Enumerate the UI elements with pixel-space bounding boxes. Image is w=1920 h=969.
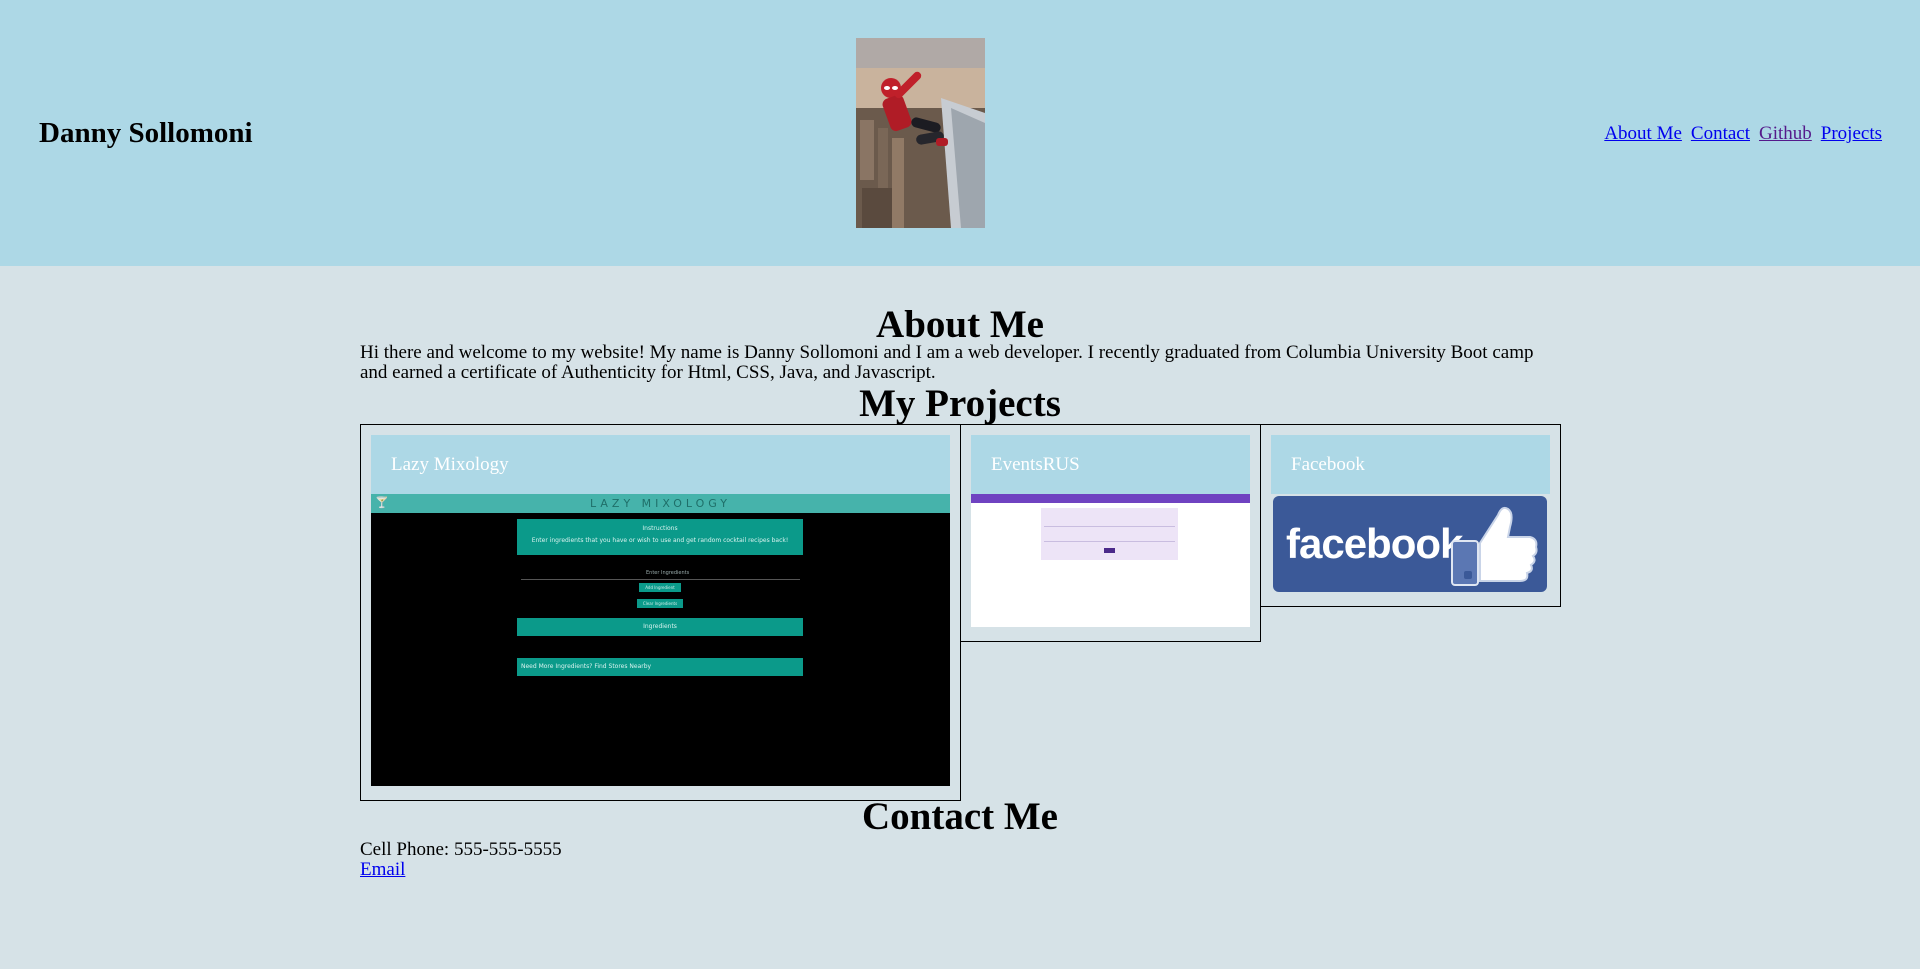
project-card-title: Facebook [1271,435,1550,494]
screenshot-field-line [1044,526,1175,527]
nav-link-projects[interactable]: Projects [1821,123,1882,144]
screenshot-navbar: 🍸 LAZY MIXOLOGY [371,494,950,513]
screenshot-instructions-title: Instructions [642,525,678,532]
screenshot-login-form [1041,508,1178,560]
projects-title: My Projects [859,382,1061,425]
nav-link-contact[interactable]: Contact [1691,123,1750,144]
nav-link-github[interactable]: Github [1759,123,1812,144]
project-card-facebook[interactable]: Facebook facebook [1260,424,1561,607]
main-nav: About Me Contact Github Projects [1595,122,1882,146]
facebook-wordmark: facebook [1286,520,1463,567]
contact-phone: Cell Phone: 555-555-5555 [360,839,562,860]
eventsrus-screenshot[interactable] [971,494,1250,627]
screenshot-ingredients-bar: Ingredients [517,618,803,636]
nav-link-about[interactable]: About Me [1604,123,1682,144]
screenshot-submit-button [1104,548,1115,553]
screenshot-instructions-text: Enter ingredients that you have or wish … [531,537,789,544]
screenshot-input-label: Enter Ingredients [646,570,690,576]
site-title: Danny Sollomoni [39,117,253,149]
project-card-title: Lazy Mixology [371,435,950,494]
site-header: Danny Sollomoni About Me Contact Github … [0,0,1920,266]
screenshot-clear-button: Clear Ingredients [637,599,683,608]
thumbs-up-icon [1451,506,1538,586]
screenshot-instructions-box: Instructions Enter ingredients that you … [517,519,803,555]
facebook-logo[interactable]: facebook [1273,496,1547,592]
project-card-eventsrus[interactable]: EventsRUS [960,424,1261,642]
lazy-mixology-screenshot[interactable]: 🍸 LAZY MIXOLOGY Instructions Enter ingre… [371,494,950,786]
screenshot-app-title: LAZY MIXOLOGY [590,497,731,510]
screenshot-input-line [521,579,800,580]
about-text: Hi there and welcome to my website! My n… [360,342,1534,383]
screenshot-field-line [1044,541,1175,542]
contact-title: Contact Me [861,795,1058,838]
project-card-lazy-mixology[interactable]: Lazy Mixology 🍸 LAZY MIXOLOGY Instructio… [360,424,961,801]
project-card-title: EventsRUS [971,435,1250,494]
contact-email-link[interactable]: Email [360,860,405,880]
screenshot-navbar [971,494,1250,503]
screenshot-stores-bar: Need More Ingredients? Find Stores Nearb… [517,658,803,676]
spiderman-photo [856,38,985,228]
screenshot-add-button: Add Ingredient [639,583,681,592]
